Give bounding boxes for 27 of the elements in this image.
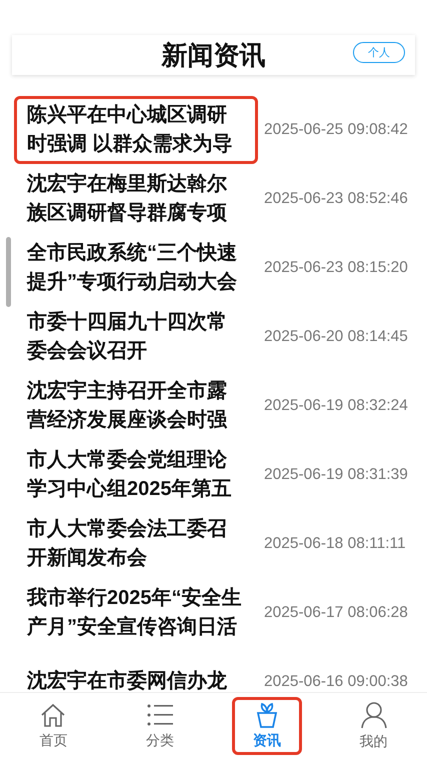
article-title[interactable]: 市人大常委会党组理论学习中心组2025年第五 [14,440,258,508]
article-date: 2025-06-23 08:15:20 [264,258,408,276]
nav-tab[interactable]: 我的 [338,697,409,755]
article-title[interactable]: 我市举行2025年“安全生产月”安全宣传咨询日活 [14,578,258,646]
article-title[interactable]: 市委十四届九十四次常委会会议召开 [14,302,258,370]
person-icon [360,701,388,729]
article-date: 2025-06-19 08:32:24 [264,396,408,414]
article-title[interactable]: 沈宏宇在市委网信办龙 [14,662,258,692]
scrollbar [6,237,11,307]
nav-tab[interactable]: 资讯 [232,697,302,755]
nav-tab[interactable]: 首页 [18,697,89,755]
article-date: 2025-06-23 08:52:46 [264,190,408,208]
home-icon [39,702,68,728]
nav-tab[interactable]: 分类 [124,697,196,755]
article-title[interactable]: 市人大常委会法工委召开新闻发布会 [14,510,258,578]
article-date: 2025-06-20 08:14:45 [264,328,408,346]
article-date: 2025-06-16 09:00:38 [264,672,408,690]
article-title[interactable]: 陈兴平在中心城区调研时强调 以群众需求为导 [14,96,258,164]
article-date: 2025-06-17 08:06:28 [264,604,408,622]
article-date: 2025-06-19 08:31:39 [264,466,408,484]
page-title: 新闻资讯 [162,38,266,72]
list-icon [146,702,174,728]
article-date: 2025-06-25 09:08:42 [264,120,408,138]
article-title[interactable]: 沈宏宇主持召开全市露营经济发展座谈会时强 [14,372,258,440]
article-title[interactable]: 全市民政系统“三个快速提升”专项行动启动大会 [14,234,258,302]
article-title[interactable]: 沈宏宇在梅里斯达斡尔族区调研督导群腐专项 [14,164,258,232]
article-date: 2025-06-18 08:11:11 [264,534,406,552]
